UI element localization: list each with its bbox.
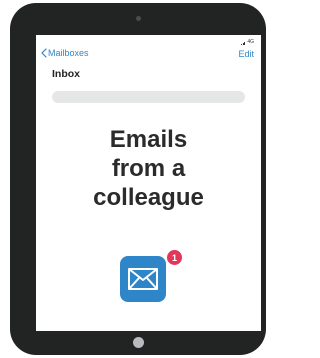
headline-line-2: from a: [111, 155, 186, 182]
search-bar[interactable]: [52, 91, 245, 103]
tablet-device: 4G Mailboxes Edit Inbox Emails from a co…: [10, 3, 266, 355]
signal-icon: [241, 41, 246, 45]
page-title: Inbox: [52, 68, 80, 80]
notification-badge: 1: [167, 250, 182, 265]
headline-line-3: colleague: [93, 184, 204, 211]
home-button[interactable]: [132, 337, 144, 348]
edit-button[interactable]: Edit: [238, 49, 254, 59]
headline-line-1: Emails: [109, 126, 188, 153]
mailboxes-back-button[interactable]: Mailboxes: [41, 48, 89, 58]
tablet-screen: 4G Mailboxes Edit Inbox Emails from a co…: [36, 35, 261, 331]
status-bar: 4G: [241, 39, 254, 45]
mailboxes-back-label: Mailboxes: [48, 48, 89, 58]
chevron-left-icon: [41, 48, 47, 58]
mail-app-button[interactable]: [120, 256, 166, 302]
headline: Emails from a colleague: [36, 125, 261, 212]
network-label: 4G: [247, 39, 254, 45]
camera-dot: [135, 16, 141, 21]
envelope-icon: [128, 268, 158, 290]
